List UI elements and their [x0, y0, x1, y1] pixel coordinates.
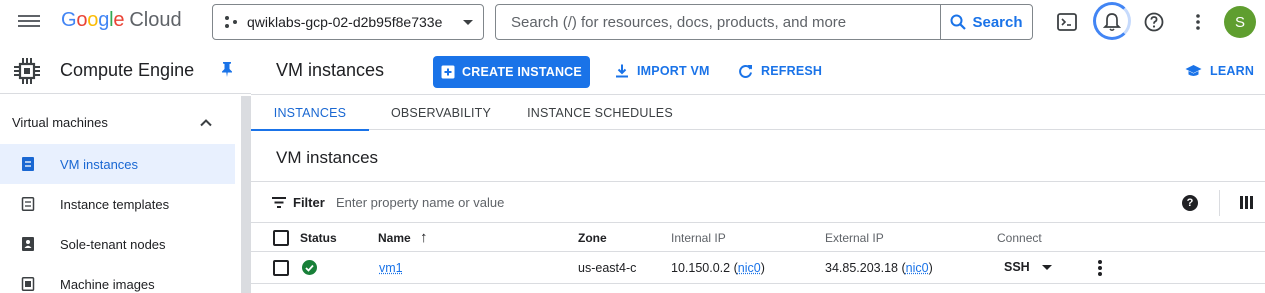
table-header-row: Status Name ↑ Zone Internal IP External …	[251, 223, 1265, 252]
filter-bar: Filter ?	[251, 181, 1265, 223]
row-more-actions-icon[interactable]	[1097, 259, 1103, 277]
sidebar-scrollbar[interactable]	[241, 96, 251, 293]
column-display-options-icon[interactable]	[1240, 196, 1254, 209]
more-options-icon[interactable]	[1186, 10, 1210, 34]
filter-icon	[272, 197, 286, 208]
paren-close: )	[928, 261, 933, 275]
ssh-options-dropdown-icon[interactable]	[1042, 265, 1052, 270]
external-ip-cell: 34.85.203.18 (nic0)	[825, 261, 933, 275]
project-name: qwiklabs-gcp-02-d2b95f8e733e	[247, 14, 443, 30]
status-running-icon	[302, 260, 317, 275]
column-header-internal-ip[interactable]: Internal IP	[671, 231, 726, 245]
compute-engine-icon	[14, 58, 40, 84]
external-nic-link[interactable]: nic0	[906, 261, 929, 275]
main-content: VM instances CREATE INSTANCE IMPORT VM R…	[251, 44, 1265, 293]
instance-name-link[interactable]: vm1	[379, 261, 403, 275]
ssh-button[interactable]: SSH	[1004, 260, 1030, 274]
product-title: Compute Engine	[60, 60, 195, 80]
internal-ip-value: 10.150.0.2	[671, 261, 731, 275]
machine-images-icon	[21, 277, 35, 291]
search-button-label: Search	[972, 13, 1023, 31]
internal-ip-cell: 10.150.0.2 (nic0)	[671, 261, 765, 275]
account-avatar[interactable]: S	[1224, 6, 1256, 38]
vm-instances-icon	[22, 157, 34, 171]
page-header: VM instances CREATE INSTANCE IMPORT VM R…	[251, 44, 1265, 95]
sole-tenant-nodes-icon	[22, 237, 34, 251]
select-all-checkbox[interactable]	[273, 230, 289, 246]
page-title: VM instances	[276, 60, 385, 80]
column-header-zone[interactable]: Zone	[578, 231, 607, 245]
sidebar-item-instance-templates[interactable]: Instance templates	[0, 184, 235, 224]
sidebar-item-machine-images[interactable]: Machine images	[0, 264, 235, 293]
sidebar: Compute Engine Virtual machines VM insta…	[0, 44, 251, 293]
search-input[interactable]	[496, 5, 940, 39]
import-vm-button[interactable]: IMPORT VM	[615, 56, 710, 86]
section-title: VM instances	[276, 148, 379, 167]
chevron-up-icon[interactable]	[199, 116, 213, 130]
filter-help-icon[interactable]: ?	[1182, 195, 1198, 211]
column-header-external-ip[interactable]: External IP	[825, 231, 884, 245]
filter-label: Filter	[293, 195, 325, 210]
project-hierarchy-icon	[225, 15, 239, 29]
paren-close: )	[760, 261, 765, 275]
logo-product: Cloud	[129, 9, 182, 31]
tab-bar: INSTANCES OBSERVABILITY INSTANCE SCHEDUL…	[251, 95, 1265, 131]
main-menu-icon[interactable]	[18, 12, 40, 32]
logo-brand: Google	[61, 9, 125, 31]
refresh-label: REFRESH	[761, 64, 823, 78]
create-instance-label: CREATE INSTANCE	[462, 65, 582, 79]
add-box-icon	[441, 65, 455, 79]
school-icon	[1185, 65, 1202, 76]
sidebar-item-label: Machine images	[60, 276, 155, 292]
google-cloud-logo[interactable]: Google Cloud	[61, 9, 182, 32]
pin-icon[interactable]	[219, 61, 235, 77]
refresh-icon	[739, 64, 752, 78]
sort-ascending-icon: ↑	[420, 229, 428, 246]
learn-label: LEARN	[1210, 64, 1255, 78]
row-checkbox[interactable]	[273, 260, 289, 276]
chevron-down-icon	[463, 20, 473, 25]
filter-input[interactable]	[331, 188, 1031, 216]
search-icon	[950, 14, 967, 30]
top-bar: Google Cloud qwiklabs-gcp-02-d2b95f8e733…	[0, 0, 1265, 44]
cloud-shell-icon[interactable]	[1055, 10, 1079, 34]
instance-zone: us-east4-c	[578, 261, 637, 275]
column-header-name[interactable]: Name ↑	[378, 229, 428, 246]
sidebar-section-label: Virtual machines	[12, 115, 108, 130]
refresh-button[interactable]: REFRESH	[738, 56, 822, 86]
project-selector[interactable]: qwiklabs-gcp-02-d2b95f8e733e	[212, 4, 484, 40]
create-instance-button[interactable]: CREATE INSTANCE	[433, 56, 590, 88]
tab-instance-schedules[interactable]: INSTANCE SCHEDULES	[525, 95, 675, 130]
sidebar-item-vm-instances[interactable]: VM instances	[0, 144, 235, 184]
import-vm-label: IMPORT VM	[637, 64, 710, 78]
sidebar-header: Compute Engine	[0, 44, 251, 94]
learn-button[interactable]: LEARN	[1185, 56, 1254, 86]
column-header-name-label: Name	[378, 231, 411, 245]
instance-templates-icon	[21, 197, 35, 211]
help-icon[interactable]	[1142, 10, 1166, 34]
sidebar-item-sole-tenant-nodes[interactable]: Sole-tenant nodes	[0, 224, 235, 264]
search-button[interactable]: Search	[940, 5, 1032, 39]
external-ip-value: 34.85.203.18	[825, 261, 898, 275]
divider	[1219, 190, 1220, 216]
notifications-bell-icon[interactable]	[1100, 10, 1124, 34]
table-row: vm1 us-east4-c 10.150.0.2 (nic0) 34.85.2…	[251, 252, 1265, 284]
tab-observability[interactable]: OBSERVABILITY	[381, 95, 501, 130]
internal-nic-link[interactable]: nic0	[738, 261, 761, 275]
tab-instances[interactable]: INSTANCES	[251, 95, 369, 131]
import-icon	[616, 64, 628, 78]
search-box: Search	[495, 4, 1033, 40]
sidebar-item-label: Instance templates	[60, 196, 170, 212]
column-header-connect: Connect	[997, 231, 1042, 245]
column-header-status[interactable]: Status	[300, 231, 337, 245]
sidebar-item-label: VM instances	[60, 156, 139, 172]
sidebar-item-label: Sole-tenant nodes	[60, 236, 166, 252]
